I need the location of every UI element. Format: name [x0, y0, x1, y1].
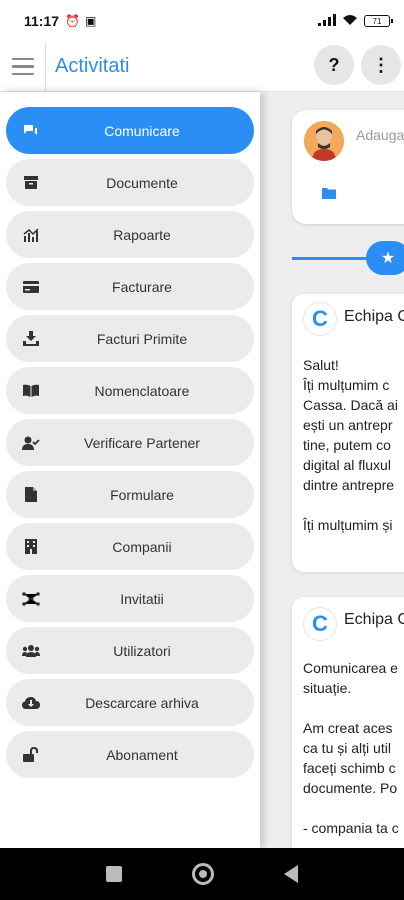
- drawer-item-label: Comunicare: [104, 122, 180, 139]
- avatar: [304, 121, 344, 161]
- signal-icon: [318, 13, 336, 29]
- star-icon[interactable]: ★: [366, 241, 404, 275]
- drawer-item-facturi-primite[interactable]: Facturi Primite: [6, 315, 254, 362]
- post-body: Comunicarea e situație. Am creat aces ca…: [303, 660, 399, 836]
- drawer-item-invitatii[interactable]: Invitatii: [6, 575, 254, 622]
- app-bar: Activitati ? ⋮: [0, 41, 404, 92]
- company-logo-icon: C: [304, 608, 336, 640]
- download-tray-icon: [22, 330, 40, 348]
- compose-input[interactable]: Adauga: [356, 127, 404, 143]
- wifi-icon: [342, 14, 358, 29]
- drawer-item-verificare-partener[interactable]: Verificare Partener: [6, 419, 254, 466]
- drawer-item-label: Rapoarte: [113, 226, 171, 243]
- drawer-item-descarcare-arhiva[interactable]: Descarcare arhiva: [6, 679, 254, 726]
- drawer-item-documente[interactable]: Documente: [6, 159, 254, 206]
- book-icon: [22, 382, 40, 400]
- status-time: 11:17: [24, 13, 60, 29]
- chart-icon: [22, 226, 40, 244]
- user-check-icon: [22, 434, 40, 452]
- credit-card-icon: [22, 278, 40, 296]
- drawer-item-companii[interactable]: Companii: [6, 523, 254, 570]
- drawer-item-label: Utilizatori: [113, 642, 171, 659]
- system-nav-bar: [0, 848, 404, 900]
- folder-icon[interactable]: [322, 186, 336, 204]
- post-author: Echipa C: [344, 611, 404, 628]
- navigation-drawer: Comunicare Documente Rapoarte Facturare …: [0, 92, 260, 848]
- chat-icon: [22, 122, 40, 140]
- drawer-item-label: Descarcare arhiva: [85, 694, 199, 711]
- drawer-item-label: Verificare Partener: [84, 434, 200, 451]
- unlock-icon: [22, 746, 40, 764]
- drawer-item-label: Facturare: [112, 278, 172, 295]
- post-author: Echipa C: [344, 308, 404, 325]
- notification-icon: ▣: [85, 14, 97, 28]
- drawer-item-label: Formulare: [110, 486, 174, 503]
- section-divider: [292, 257, 372, 260]
- page-title: Activitati: [55, 55, 130, 77]
- drawer-item-nomenclatoare[interactable]: Nomenclatoare: [6, 367, 254, 414]
- post-body: Salut! Îți mulțumim c Cassa. Dacă ai eșt…: [303, 357, 398, 533]
- drawer-item-label: Abonament: [106, 746, 178, 763]
- alarm-icon: ⏰: [65, 14, 80, 28]
- drawer-item-comunicare[interactable]: Comunicare: [6, 107, 254, 154]
- drawer-item-label: Facturi Primite: [96, 330, 188, 347]
- menu-icon[interactable]: [0, 41, 46, 92]
- file-icon: [22, 486, 40, 504]
- drawer-item-facturare[interactable]: Facturare: [6, 263, 254, 310]
- back-icon[interactable]: [284, 865, 298, 883]
- more-options-button[interactable]: ⋮: [361, 45, 401, 85]
- drawer-item-formulare[interactable]: Formulare: [6, 471, 254, 518]
- drawer-item-label: Documente: [106, 174, 178, 191]
- cloud-download-icon: [22, 694, 40, 712]
- drawer-item-label: Invitatii: [120, 590, 164, 607]
- status-bar: 11:17 ⏰ ▣ 71: [0, 0, 404, 42]
- drawer-item-utilizatori[interactable]: Utilizatori: [6, 627, 254, 674]
- drawer-item-label: Nomenclatoare: [94, 382, 190, 399]
- recents-icon[interactable]: [106, 866, 122, 882]
- drawer-item-abonament[interactable]: Abonament: [6, 731, 254, 778]
- battery-icon: 71: [364, 15, 393, 27]
- company-logo-icon: C: [304, 303, 336, 335]
- users-icon: [22, 642, 40, 660]
- drawer-item-label: Companii: [112, 538, 172, 555]
- help-button[interactable]: ?: [314, 45, 354, 85]
- drawer-item-rapoarte[interactable]: Rapoarte: [6, 211, 254, 258]
- home-icon[interactable]: [192, 863, 214, 885]
- network-icon: [22, 590, 40, 608]
- building-icon: [22, 538, 40, 556]
- archive-box-icon: [22, 174, 40, 192]
